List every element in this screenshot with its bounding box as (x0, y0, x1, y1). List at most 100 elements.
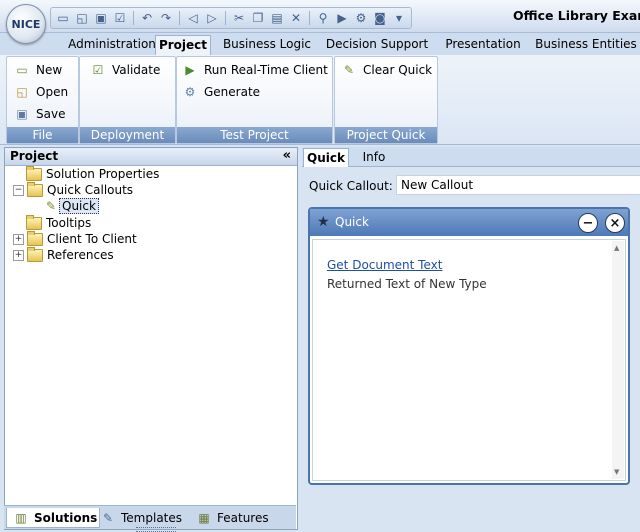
generate-icon: ⚙ (184, 85, 196, 99)
group-label: Project Quick (335, 127, 437, 143)
folder-icon (27, 181, 43, 197)
pin-icon: ✎ (343, 63, 355, 77)
group-label: Test Project (177, 127, 332, 143)
close-button[interactable]: × (605, 213, 625, 233)
ribbon: ▭ New ◱ Open ▣ Save File ☑ Validate Deployme… (0, 55, 640, 145)
tab-decision-support[interactable]: Decision Support (322, 35, 432, 54)
tree-item-quick-callouts[interactable]: − Quick Callouts (13, 181, 134, 198)
expand-node-icon[interactable]: + (13, 233, 24, 245)
generate-icon[interactable]: ⚙ (353, 10, 369, 26)
callout-row: Quick Callout: (302, 167, 640, 199)
toolbar-separator (225, 11, 226, 25)
new-icon[interactable]: ▭ (55, 10, 71, 26)
group-test-project: ▶ Run Real-Time Client ⚙ Generate Test Pro… (176, 56, 333, 144)
resize-grip[interactable] (136, 527, 176, 532)
run-real-time-client-button[interactable]: ▶ Run Real-Time Client (182, 61, 328, 79)
open-label: Open (36, 85, 69, 99)
run-icon: ▶ (185, 63, 195, 77)
validate-label: Validate (112, 63, 161, 77)
tab-business-entities[interactable]: Business Entities (532, 35, 640, 54)
tree-label: Quick Callouts (47, 183, 134, 197)
tree-item-tooltips[interactable]: Tooltips (26, 214, 92, 231)
callout-title: Quick (335, 215, 369, 229)
scroll-up-icon[interactable]: ▲ (614, 244, 619, 252)
panel-header: Project « (5, 148, 297, 166)
panel-bottom-tabs: ▥ Solutions ✎ Templates ▦ Features (4, 505, 296, 529)
customize-icon[interactable]: ▾ (391, 10, 407, 26)
open-button[interactable]: ◱ Open (14, 83, 68, 101)
tab-features[interactable]: ▦ Features (196, 508, 269, 527)
group-deployment: ☑ Validate Deployment (79, 56, 176, 144)
tab-solutions[interactable]: ▥ Solutions (6, 508, 100, 528)
save-icon[interactable]: ▣ (93, 10, 109, 26)
quick-access-toolbar: ▭ ◱ ▣ ☑ ↶ ↷ ◁ ▷ ✂ ❐ ▤ ✕ ⚲ ▶ ⚙ ◙ ▾ (50, 7, 412, 29)
copy-icon[interactable]: ❐ (250, 10, 266, 26)
tab-templates[interactable]: ✎ Templates (100, 508, 182, 527)
camera-icon[interactable]: ◙ (372, 10, 388, 26)
minimize-button[interactable]: − (578, 213, 598, 233)
run-label: Run Real-Time Client (204, 63, 328, 77)
tree-label-selected: Quick (59, 198, 99, 214)
save-icon: ▣ (16, 107, 28, 121)
folder-icon (26, 214, 42, 230)
tab-quick[interactable]: Quick (303, 148, 349, 167)
tree-label: Client To Client (47, 232, 137, 246)
tab-project[interactable]: Project (155, 35, 211, 55)
app-logo-button[interactable]: NICE (6, 4, 46, 44)
tree-item-client-to-client[interactable]: + Client To Client (13, 230, 137, 247)
solutions-icon: ▥ (15, 510, 27, 525)
validate-icon: ☑ (92, 63, 104, 77)
collapse-panel-button[interactable]: « (283, 148, 291, 163)
new-button[interactable]: ▭ New (14, 61, 62, 79)
get-document-text-link[interactable]: Get Document Text (327, 258, 442, 272)
undo-icon[interactable]: ↶ (139, 10, 155, 26)
tab-presentation[interactable]: Presentation (438, 35, 528, 54)
scroll-down-icon[interactable]: ▼ (614, 468, 619, 476)
clear-quick-label: Clear Quick (363, 63, 433, 77)
toolbar-separator (179, 11, 180, 25)
save-label: Save (36, 107, 66, 121)
panel-title: Project (10, 149, 59, 163)
clear-quick-button[interactable]: ✎ Clear Quick (341, 61, 432, 79)
open-icon[interactable]: ◱ (74, 10, 90, 26)
project-panel: Project « Solution Properties − Quick Cal… (4, 147, 298, 530)
ribbon-tab-bar: Administration Project Business Logic De… (0, 33, 640, 55)
cut-icon[interactable]: ✂ (231, 10, 247, 26)
group-file: ▭ New ◱ Open ▣ Save File (6, 56, 79, 144)
forward-icon[interactable]: ▷ (204, 10, 220, 26)
new-icon: ▭ (16, 63, 28, 77)
tab-business-logic[interactable]: Business Logic (217, 35, 317, 54)
redo-icon[interactable]: ↷ (158, 10, 174, 26)
run-icon[interactable]: ▶ (334, 10, 350, 26)
generate-label: Generate (204, 85, 261, 99)
returned-text: Returned Text of New Type (327, 277, 487, 291)
tab-info[interactable]: Info (354, 148, 394, 166)
save-button[interactable]: ▣ Save (14, 105, 65, 123)
title-bar: NICE ▭ ◱ ▣ ☑ ↶ ↷ ◁ ▷ ✂ ❐ ▤ ✕ ⚲ ▶ ⚙ ◙ ▾ O… (0, 0, 640, 44)
collapse-node-icon[interactable]: − (13, 184, 24, 196)
tab-label: Solutions (34, 510, 98, 525)
quick-callout-input[interactable] (396, 175, 640, 195)
window-title: Office Library Exam (513, 8, 640, 23)
delete-icon[interactable]: ✕ (288, 10, 304, 26)
tree-item-quick[interactable]: ✎ Quick (43, 198, 99, 214)
callout-body: Get Document Text Returned Text of New T… (312, 239, 626, 481)
validate-icon[interactable]: ☑ (112, 10, 128, 26)
vertical-scrollbar[interactable]: ▲ ▼ (612, 241, 624, 479)
find-icon[interactable]: ⚲ (315, 10, 331, 26)
star-icon: ★ (317, 214, 330, 230)
back-icon[interactable]: ◁ (185, 10, 201, 26)
toolbar-separator (309, 11, 310, 25)
tree-label: Tooltips (46, 216, 92, 230)
group-project-quick: ✎ Clear Quick Project Quick (334, 56, 438, 144)
callout-preview-window: ★ Quick − × Get Document Text Returned T… (308, 207, 630, 485)
tree-item-references[interactable]: + References (13, 246, 114, 263)
templates-icon: ✎ (102, 510, 114, 525)
expand-node-icon[interactable]: + (13, 249, 24, 261)
validate-button[interactable]: ☑ Validate (90, 61, 161, 79)
tree-item-solution-properties[interactable]: Solution Properties (26, 165, 159, 182)
paste-icon[interactable]: ▤ (269, 10, 285, 26)
tab-label: Features (217, 510, 269, 525)
generate-button[interactable]: ⚙ Generate (182, 83, 260, 101)
pin-icon: ✎ (45, 199, 57, 213)
